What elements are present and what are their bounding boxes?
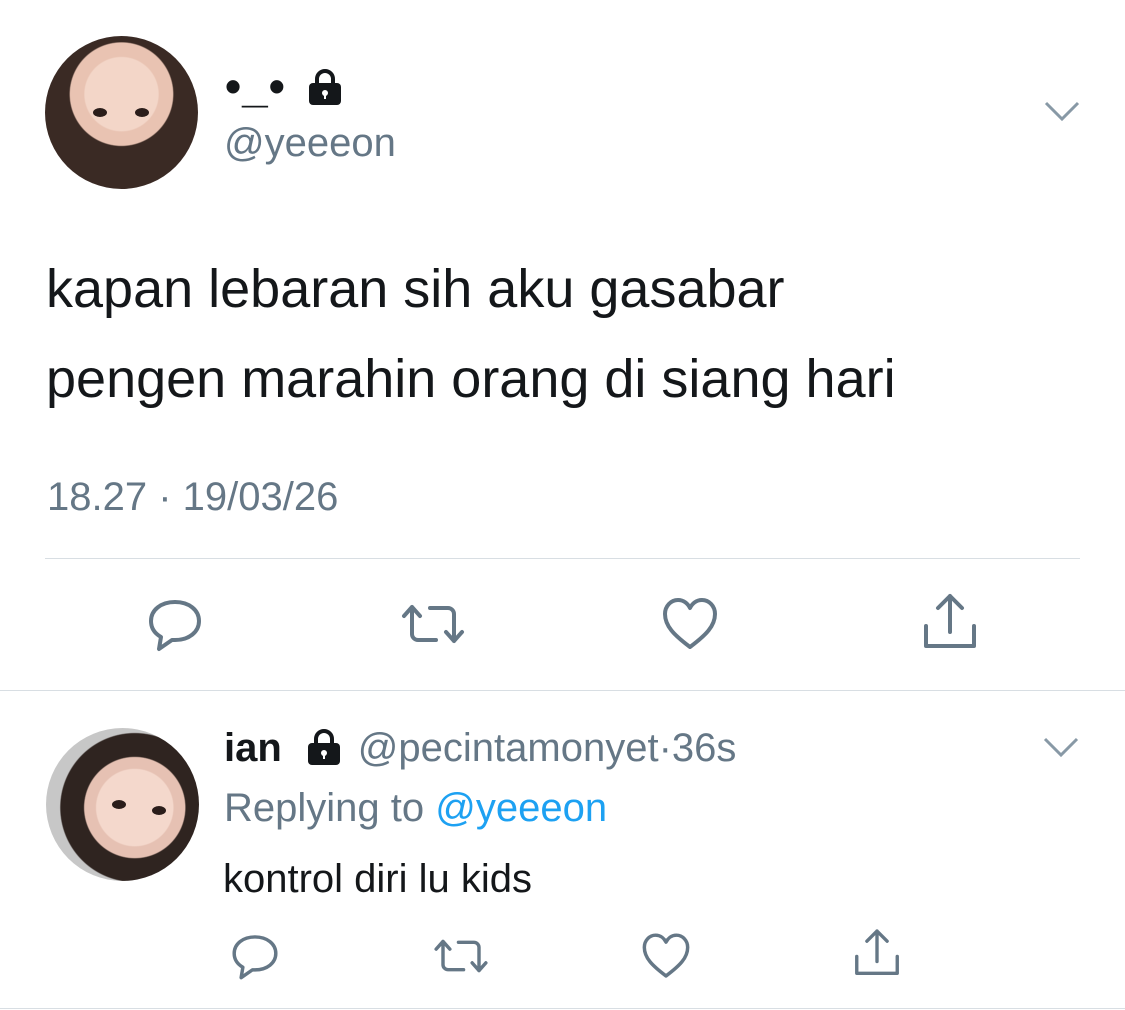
avatar-eye	[135, 108, 149, 117]
separator-dot: ·	[658, 726, 672, 770]
tweet-text-line: pengen marahin orang di siang hari	[46, 349, 896, 409]
tweet-age[interactable]: 36s	[672, 726, 737, 770]
lock-icon	[305, 67, 345, 107]
handle[interactable]: @yeeeon	[224, 120, 396, 166]
display-name[interactable]: ian	[224, 726, 282, 770]
chevron-down-icon[interactable]	[1043, 736, 1079, 758]
heart-icon[interactable]	[660, 594, 720, 654]
tweet-text: kontrol diri lu kids	[223, 857, 533, 901]
reply-icon[interactable]	[229, 930, 281, 982]
reply-icon[interactable]	[145, 594, 205, 654]
avatar-eye	[152, 806, 166, 815]
divider	[0, 690, 1125, 691]
avatar[interactable]	[45, 36, 198, 189]
tweet-text-line: kapan lebaran sih aku gasabar	[46, 259, 785, 319]
avatar-eye	[112, 800, 126, 809]
heart-icon[interactable]	[640, 930, 692, 982]
display-name[interactable]: •_•	[225, 58, 286, 114]
retweet-icon[interactable]	[431, 930, 488, 982]
replying-to-handle[interactable]: @yeeeon	[435, 786, 607, 830]
share-icon[interactable]	[850, 926, 902, 978]
divider	[0, 1008, 1125, 1009]
tweet-timestamp[interactable]: 18.27 · 19/03/26	[47, 474, 338, 520]
share-icon[interactable]	[918, 590, 978, 650]
tweet-text: kapan lebaran sih aku gasabar pengen mar…	[46, 244, 1086, 424]
handle[interactable]: @pecintamonyet	[358, 726, 659, 770]
replying-to: Replying to @yeeeon	[224, 784, 607, 832]
lock-icon	[304, 727, 344, 767]
replying-to-label: Replying to	[224, 786, 425, 830]
chevron-down-icon[interactable]	[1044, 100, 1080, 122]
avatar[interactable]	[46, 728, 199, 881]
divider	[45, 558, 1080, 559]
reply-header: ian @pecintamonyet·36s	[224, 724, 736, 772]
retweet-icon[interactable]	[398, 594, 464, 654]
avatar-eye	[93, 108, 107, 117]
